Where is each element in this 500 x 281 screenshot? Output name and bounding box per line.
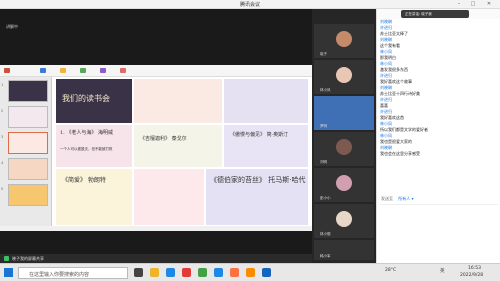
send-to[interactable]: 发送至 所有人 ▾ — [381, 196, 414, 202]
avatar — [336, 175, 352, 191]
participant-tile[interactable]: 刘明 — [314, 132, 374, 166]
slide-tile — [224, 79, 308, 123]
slide-tile: 《德伯家的苔丝》 托马斯·哈代 — [206, 169, 308, 225]
taskbar-search[interactable]: 在这里输入你要搜索的内容 — [18, 267, 128, 279]
edge-icon[interactable] — [214, 268, 223, 277]
clock-time[interactable]: 16:53 — [468, 266, 481, 271]
participant-name: 晓子 — [320, 52, 327, 56]
chat-input[interactable] — [380, 204, 498, 254]
slide-text: 《傲慢与偏见》 简·奥斯汀 — [230, 132, 289, 138]
input-language[interactable]: 英 — [440, 268, 445, 274]
screen-share-bar: 晓子我的屏幕共享 — [0, 254, 312, 263]
slide-tile: 我们的读书会 — [56, 79, 132, 123]
slide-number: 1 — [1, 83, 4, 87]
slide-thumbnail[interactable] — [8, 80, 48, 102]
chevron-down-icon[interactable]: ▾ — [412, 196, 414, 201]
send-to-value[interactable]: 所有人 — [398, 196, 410, 201]
app-icon[interactable] — [246, 268, 255, 277]
window-title: 腾讯会议 — [239, 2, 260, 8]
participant-name: 刘明 — [320, 160, 327, 164]
participant-tile[interactable]: 林小丽 — [314, 204, 374, 238]
slide-thumbnail-selected[interactable] — [8, 132, 48, 154]
slide-panel: 1 2 3 4 5 — [0, 77, 52, 227]
slide-text: 《德伯家的苔丝》 托马斯·哈代 — [210, 176, 306, 184]
slide-canvas: 我们的读书会 1. 《老人与海》 海明威 一个人可以被毁灭，但不能被打败 《吉檀… — [56, 79, 308, 225]
shared-ppt-window: 1 2 3 4 5 我们的读书会 1. 《老人与海》 海明威 一个人可以被毁灭，… — [0, 65, 312, 231]
chat-header: 正在讲话: 晓子我 — [377, 9, 500, 19]
slide-number: 4 — [1, 161, 4, 165]
speaking-text: 正在讲话: 晓子我 — [405, 12, 432, 16]
slide-tile: 《傲慢与偏见》 简·奥斯汀 — [224, 125, 308, 167]
task-view-icon[interactable] — [134, 268, 143, 277]
slide-thumbnail[interactable] — [8, 184, 48, 206]
chat-message-text: 我也会在这里分享感受 — [380, 151, 420, 156]
ppt-ribbon — [0, 65, 312, 77]
slide-title: 我们的读书会 — [62, 94, 110, 103]
participant-name: 韩小军 — [320, 254, 331, 258]
file-explorer-icon[interactable] — [150, 268, 159, 277]
toolbar-icon[interactable] — [120, 68, 126, 73]
toolbar-icon[interactable] — [80, 68, 86, 73]
slide-text: 《吉檀迦利》 泰戈尔 — [140, 136, 187, 142]
slide-text: 一个人可以被毁灭，但不能被打败 — [60, 147, 113, 151]
avatar — [336, 211, 352, 227]
windows-start-icon[interactable] — [4, 268, 13, 277]
taskbar: 在这里输入你要搜索的内容 28°C 英 16:53 2022/9/28 — [0, 263, 500, 281]
slide-number: 3 — [1, 135, 4, 139]
tencent-meeting-icon[interactable] — [262, 268, 271, 277]
toolbar-icon[interactable] — [60, 68, 66, 73]
participant-name: 林小凤 — [320, 88, 331, 92]
participant-name: 彭小小 — [320, 196, 331, 200]
avatar — [336, 67, 352, 83]
speaking-indicator: 讲解中 — [6, 24, 18, 29]
slide-number: 5 — [1, 187, 4, 191]
participant-tile[interactable]: 彭小小 — [314, 168, 374, 202]
share-icon — [4, 256, 9, 261]
slide-text: 1. 《老人与海》 海明威 — [60, 130, 113, 136]
chat-messages: 刘晓琳 许进归 苏士比亚太棒了 刘晓琳 这个我有看 林小凤 那我明白 林小凤 激发我很多东西 许进… — [380, 19, 498, 157]
participant-tile[interactable]: 韩小军 — [314, 240, 374, 260]
slide-tile: 《吉檀迦利》 泰戈尔 — [134, 125, 222, 167]
slide-tile — [134, 169, 204, 225]
avatar — [336, 31, 352, 47]
app-icon[interactable] — [182, 268, 191, 277]
toolbar-icon[interactable] — [100, 68, 106, 73]
title-bar: 腾讯会议 – □ ✕ — [0, 0, 500, 9]
toolbar-icon[interactable] — [40, 68, 46, 73]
close-icon[interactable]: ✕ — [484, 1, 494, 7]
minimize-icon[interactable]: – — [454, 1, 464, 7]
shared-screen-area: 讲解中 1 2 3 4 5 我们的读书会 1. 《老人与海》 海明威 一个人可以… — [0, 9, 312, 263]
avatar — [336, 139, 352, 155]
slide-tile — [134, 79, 222, 123]
maximize-icon[interactable]: □ — [468, 1, 478, 7]
weather-temp[interactable]: 28°C — [385, 268, 396, 273]
video-gallery: 晓子 林小凤 罗明 刘明 彭小小 林小丽 韩小军 — [312, 9, 376, 263]
app-logo-icon — [4, 68, 10, 73]
slide-thumbnail[interactable] — [8, 106, 48, 128]
share-label: 晓子我的屏幕共享 — [12, 256, 44, 261]
clock-date[interactable]: 2022/9/28 — [460, 273, 483, 278]
send-to-label: 发送至 — [381, 196, 393, 201]
slide-tile: 《简爱》 勃朗特 — [56, 169, 132, 225]
slide-number: 2 — [1, 109, 4, 113]
ppt-status-bar — [0, 226, 312, 231]
slide-text: 《简爱》 勃朗特 — [62, 177, 106, 184]
participant-name: 罗明 — [320, 124, 327, 128]
slide-thumbnail[interactable] — [8, 158, 48, 180]
search-placeholder: 在这里输入你要搜索的内容 — [29, 272, 90, 278]
browser-icon[interactable] — [166, 268, 175, 277]
participant-tile[interactable]: 罗明 — [314, 96, 374, 130]
chat-panel: 正在讲话: 晓子我 刘晓琳 许进归 苏士比亚太棒了 刘晓琳 这个我有看 林小凤 那我明白 林小… — [376, 9, 500, 263]
firefox-icon[interactable] — [230, 268, 239, 277]
participant-tile[interactable]: 晓子 — [314, 24, 374, 58]
app-icon[interactable] — [198, 268, 207, 277]
participant-name: 林小丽 — [320, 232, 331, 236]
speaking-badge: 正在讲话: 晓子我 — [401, 10, 469, 18]
participant-tile[interactable]: 林小凤 — [314, 60, 374, 94]
slide-tile: 1. 《老人与海》 海明威 一个人可以被毁灭，但不能被打败 — [56, 125, 132, 167]
